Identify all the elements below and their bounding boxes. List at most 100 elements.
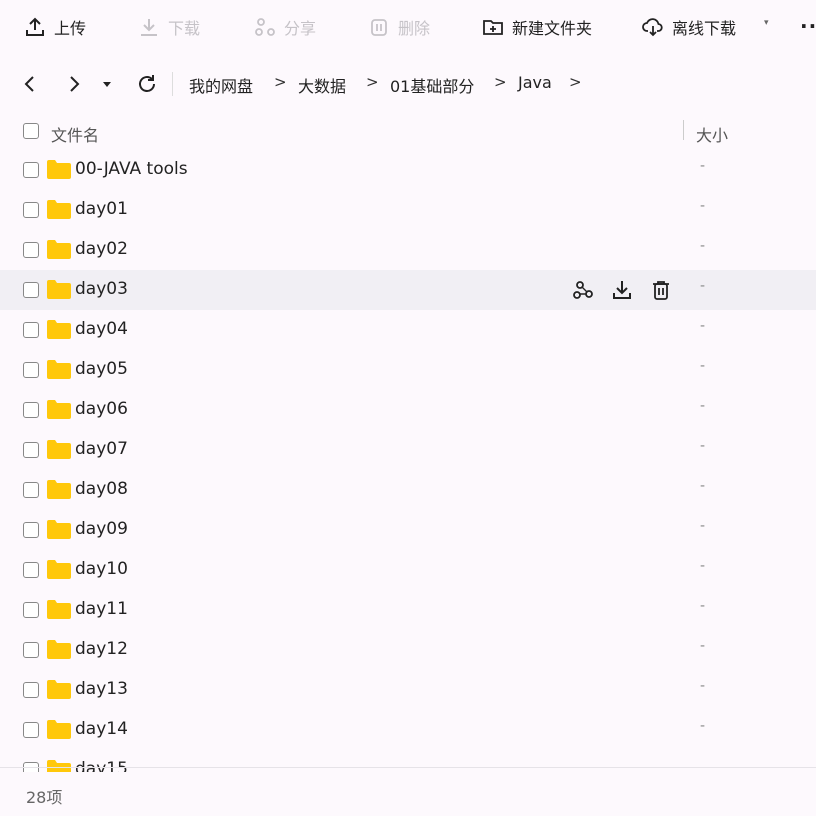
- column-header-size[interactable]: 大小: [696, 122, 728, 146]
- file-name[interactable]: 00-JAVA tools: [75, 159, 188, 179]
- file-size: -: [700, 478, 706, 494]
- file-name[interactable]: day05: [75, 359, 128, 379]
- breadcrumb-item-current[interactable]: Java: [518, 73, 552, 92]
- file-row[interactable]: day01 -: [0, 190, 816, 230]
- folder-icon: [47, 520, 71, 539]
- folder-icon: [47, 640, 71, 659]
- more-button[interactable]: ···: [800, 14, 816, 38]
- breadcrumb-item-root[interactable]: 我的网盘: [189, 73, 253, 97]
- column-header-name[interactable]: 文件名: [51, 122, 99, 146]
- row-checkbox[interactable]: [23, 362, 39, 378]
- breadcrumb-separator: >: [274, 73, 287, 91]
- folder-icon: [47, 240, 71, 259]
- breadcrumb-separator: >: [494, 73, 507, 91]
- history-dropdown-icon[interactable]: [95, 72, 119, 96]
- breadcrumb-item[interactable]: 大数据: [298, 73, 346, 97]
- new-folder-button[interactable]: 新建文件夹: [482, 14, 592, 40]
- back-icon[interactable]: [18, 72, 42, 96]
- breadcrumb-separator: >: [366, 73, 379, 91]
- item-count: 28项: [26, 788, 63, 807]
- file-row-partial[interactable]: day15: [0, 750, 816, 772]
- upload-button[interactable]: 上传: [24, 14, 86, 40]
- refresh-icon[interactable]: [135, 72, 159, 96]
- file-name[interactable]: day11: [75, 599, 128, 619]
- folder-icon: [47, 320, 71, 339]
- file-name[interactable]: day06: [75, 399, 128, 419]
- row-checkbox[interactable]: [23, 242, 39, 258]
- upload-icon: [24, 16, 46, 38]
- row-checkbox[interactable]: [23, 202, 39, 218]
- column-divider[interactable]: [683, 120, 684, 140]
- footer-divider: [0, 767, 816, 768]
- row-share-icon[interactable]: [571, 278, 595, 302]
- select-all-checkbox[interactable]: [23, 123, 39, 139]
- row-checkbox[interactable]: [23, 442, 39, 458]
- file-row[interactable]: day10 -: [0, 550, 816, 590]
- file-name[interactable]: day07: [75, 439, 128, 459]
- breadcrumb-separator: >: [569, 73, 582, 91]
- file-row[interactable]: day05 -: [0, 350, 816, 390]
- file-row[interactable]: 00-JAVA tools -: [0, 150, 816, 190]
- row-actions: [571, 278, 673, 302]
- file-size: -: [700, 718, 706, 734]
- folder-icon: [47, 760, 71, 772]
- folder-icon: [47, 600, 71, 619]
- file-name[interactable]: day08: [75, 479, 128, 499]
- share-label: 分享: [284, 19, 317, 38]
- file-row[interactable]: day09 -: [0, 510, 816, 550]
- file-name[interactable]: day14: [75, 719, 128, 739]
- new-folder-icon: [482, 16, 504, 38]
- upload-label: 上传: [54, 19, 87, 38]
- row-checkbox[interactable]: [23, 482, 39, 498]
- row-checkbox[interactable]: [23, 322, 39, 338]
- nav-divider: [172, 72, 173, 96]
- file-size: -: [700, 238, 706, 254]
- file-name[interactable]: day01: [75, 199, 128, 219]
- trash-icon: [368, 16, 390, 38]
- file-name[interactable]: day02: [75, 239, 128, 259]
- file-row[interactable]: day04 -: [0, 310, 816, 350]
- offline-download-caret-icon[interactable]: ▾: [764, 18, 769, 28]
- offline-download-button[interactable]: 离线下载: [642, 14, 736, 40]
- file-row[interactable]: day14 -: [0, 710, 816, 750]
- row-checkbox[interactable]: [23, 642, 39, 658]
- row-checkbox[interactable]: [23, 682, 39, 698]
- file-row[interactable]: day06 -: [0, 390, 816, 430]
- file-row[interactable]: day12 -: [0, 630, 816, 670]
- row-download-icon[interactable]: [610, 278, 634, 302]
- folder-icon: [47, 680, 71, 699]
- file-row[interactable]: day13 -: [0, 670, 816, 710]
- row-checkbox[interactable]: [23, 722, 39, 738]
- row-checkbox[interactable]: [23, 522, 39, 538]
- share-button[interactable]: 分享: [254, 14, 316, 40]
- breadcrumb-item[interactable]: 01基础部分: [390, 73, 474, 97]
- folder-icon: [47, 560, 71, 579]
- file-name[interactable]: day12: [75, 639, 128, 659]
- file-size: -: [700, 398, 706, 414]
- folder-icon: [47, 360, 71, 379]
- row-checkbox[interactable]: [23, 562, 39, 578]
- row-checkbox[interactable]: [23, 602, 39, 618]
- row-delete-icon[interactable]: [649, 278, 673, 302]
- file-name[interactable]: day10: [75, 559, 128, 579]
- file-row-hovered[interactable]: day03 -: [0, 270, 816, 310]
- file-name[interactable]: day13: [75, 679, 128, 699]
- file-row[interactable]: day11 -: [0, 590, 816, 630]
- file-size: -: [700, 438, 706, 454]
- file-row[interactable]: day08 -: [0, 470, 816, 510]
- file-row[interactable]: day02 -: [0, 230, 816, 270]
- delete-button[interactable]: 删除: [368, 14, 430, 40]
- download-button[interactable]: 下载: [138, 14, 200, 40]
- row-checkbox[interactable]: [23, 162, 39, 178]
- file-name[interactable]: day09: [75, 519, 128, 539]
- forward-icon[interactable]: [62, 72, 86, 96]
- file-name[interactable]: day03: [75, 279, 128, 299]
- download-label: 下载: [168, 19, 201, 38]
- row-checkbox[interactable]: [23, 282, 39, 298]
- file-name[interactable]: day04: [75, 319, 128, 339]
- file-name[interactable]: day15: [75, 759, 128, 772]
- file-size: -: [700, 278, 706, 294]
- row-checkbox[interactable]: [23, 402, 39, 418]
- file-row[interactable]: day07 -: [0, 430, 816, 470]
- file-list: 00-JAVA tools - day01 - day02 - day03 -: [0, 150, 816, 772]
